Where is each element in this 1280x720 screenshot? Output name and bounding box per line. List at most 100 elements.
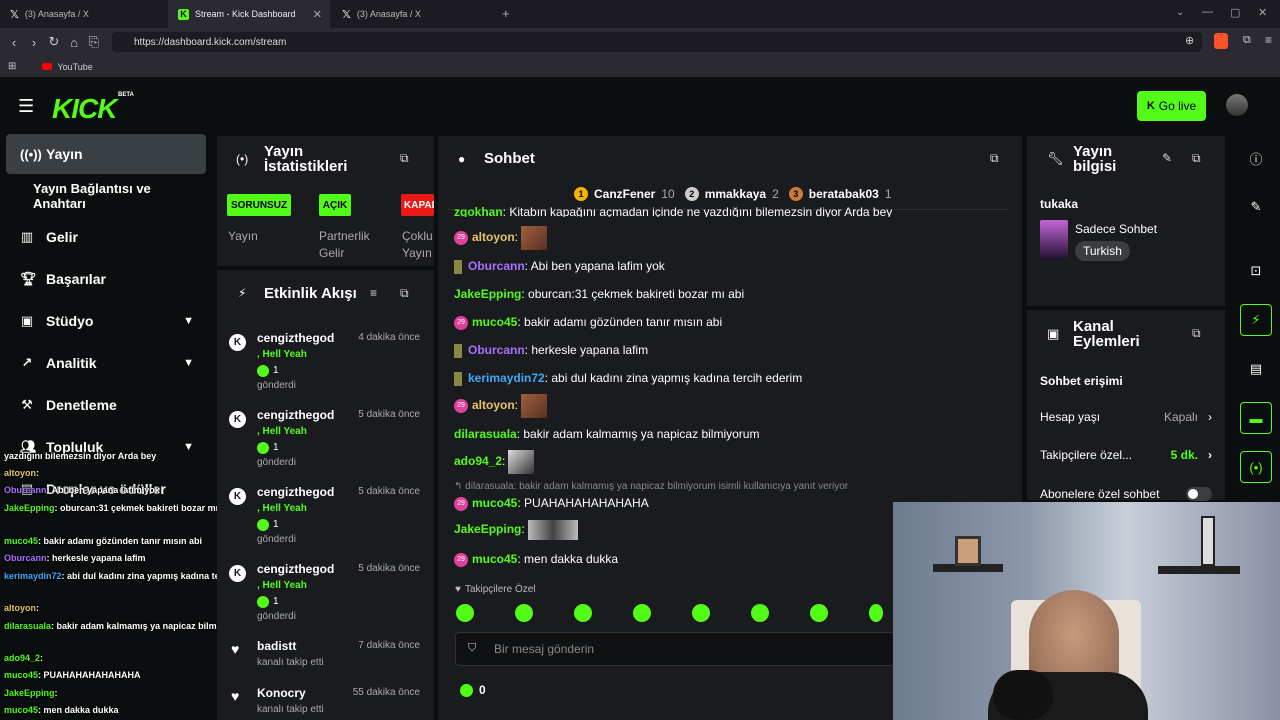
kick-k-icon: K [1146,100,1155,112]
chat-username[interactable]: JakeEpping [454,522,521,536]
home-icon[interactable]: ⌂ [64,35,84,50]
event-user[interactable]: cengizthegod [257,562,334,576]
followers-only-label: ♥ Takipçilere Özel [455,584,536,595]
emote-button[interactable] [810,604,828,622]
new-tab-icon[interactable]: + [502,6,510,21]
chat-username[interactable]: Oburcann [468,259,525,273]
event-user[interactable]: badistt [257,639,296,653]
broadcast-icon[interactable]: (•) [1240,451,1272,483]
emote-button[interactable] [574,604,592,622]
scan-icon[interactable]: ⊡ [1240,255,1272,287]
chat-username[interactable]: dilarasuala [454,427,517,441]
chat-icon[interactable]: ▬ [1240,402,1272,434]
chat-username[interactable]: muco45 [472,496,517,510]
event-message: , Hell Yeah [257,349,307,360]
microphone-graphic [993,670,1053,720]
popout-icon[interactable]: ⧉ [400,151,409,166]
event-user[interactable]: Konocry [257,686,306,700]
chat-username[interactable]: kerimaydin72 [468,371,545,385]
emote-button[interactable] [515,604,533,622]
minimize-icon[interactable]: — [1202,6,1213,18]
sidebar-item-denetleme[interactable]: ⚒ Denetleme [6,385,206,425]
overlay-user: Oburcann [4,553,47,563]
back-icon[interactable]: ‹ [4,35,24,50]
maximize-icon[interactable]: ▢ [1230,6,1240,19]
leader-name[interactable]: mmakkaya [705,187,766,201]
bookmark-youtube[interactable]: YouTube [42,62,93,72]
popout-icon[interactable]: ⧉ [1192,326,1201,341]
filter-icon[interactable]: ≡ [370,286,377,300]
reload-icon[interactable]: ↻ [44,34,64,50]
browser-tab-2[interactable]: K Stream - Kick Dashboard ✕ [168,0,330,28]
chat-username[interactable]: zgokhan [454,205,503,217]
chat-message-input[interactable]: ⛉ Bir mesaj gönderin [455,632,895,666]
event-message: , Hell Yeah [257,580,307,591]
close-window-icon[interactable]: ✕ [1258,6,1267,19]
user-avatar[interactable] [1226,94,1248,116]
kick-k-icon: K [229,565,246,582]
close-tab-icon[interactable]: ✕ [313,8,322,21]
zoom-icon[interactable]: ⊕ [1185,34,1194,47]
chat-username[interactable]: altoyon [472,398,515,412]
go-live-button[interactable]: K Go live [1137,91,1206,121]
extensions-icon[interactable]: ⧉ [1243,34,1251,47]
setting-followers-only[interactable]: Takipçilere özel... 5 dk. › [1040,442,1212,468]
sidebar-item-yayin[interactable]: ((•)) Yayın [6,134,206,174]
chat-username[interactable]: ado94_2 [454,454,502,468]
sidebar-item-studyo[interactable]: ▣ Stüdyo ▼ [6,301,206,341]
overlay-text: : bakir adamı gözünden tanır mısın abi [38,536,203,546]
event-item: K cengizthegod 4 dakika önce , Hell Yeah… [217,330,434,400]
sidebar-item-stream-key[interactable]: Yayın Bağlantısı ve Anahtarı [6,176,206,216]
sidebar-item-analitik[interactable]: ↗ Analitik ▼ [6,343,206,383]
emote-button[interactable] [751,604,769,622]
popout-icon[interactable]: ⧉ [990,151,999,166]
menu-icon[interactable]: ≡ [1265,33,1272,47]
sidebar-item-gelir[interactable]: ▥ Gelir [6,217,206,257]
sidebar-item-basarilar[interactable]: 🏆︎ Başarılar [6,259,206,299]
stat-label: Çoklu Yayın [402,229,433,260]
event-user[interactable]: cengizthegod [257,331,334,345]
event-user[interactable]: cengizthegod [257,408,334,422]
url-field[interactable]: https://dashboard.kick.com/stream [112,32,1202,52]
chat-username[interactable]: altoyon [472,230,515,244]
hamburger-menu-icon[interactable]: ☰ [18,96,34,117]
chat-username[interactable]: muco45 [472,315,517,329]
emote-button[interactable] [633,604,651,622]
apps-grid-icon[interactable]: ⊞ [8,61,16,72]
chat-message: ado94_2: [454,450,535,474]
chevron-down-icon[interactable]: ⌄ [1176,7,1184,18]
lightning-icon[interactable]: ⚡︎ [1240,304,1272,336]
setting-value: Kapalı [1163,410,1198,424]
browser-tab-1[interactable]: 𝕏 (3) Anasayfa / X [0,0,168,28]
browser-tab-3[interactable]: 𝕏 (3) Anasayfa / X [332,0,494,28]
chat-username[interactable]: Oburcann [468,343,525,357]
chat-username[interactable]: JakeEpping [454,287,521,301]
popout-icon[interactable]: ⧉ [1192,151,1201,166]
bookmark-icon[interactable]: ⎘ [84,34,104,50]
subscribers-only-toggle[interactable] [1186,487,1212,501]
setting-label: Takipçilere özel... [1040,448,1133,462]
popout-icon[interactable]: ⧉ [400,286,409,301]
overlay-line: JakeEpping: oburcan:31 çekmek bakireti b… [4,503,234,513]
event-user[interactable]: cengizthegod [257,485,334,499]
subscriber-badge: 29 [454,399,468,413]
brave-shield-icon[interactable] [1214,33,1228,49]
kicks-balance[interactable]: 0 [460,683,486,697]
chat-username[interactable]: muco45 [472,552,517,566]
leader-name[interactable]: beratabak03 [809,187,879,201]
kick-logo[interactable]: KICK [52,93,117,125]
info-icon[interactable]: ⓘ [1240,142,1272,174]
emote-button[interactable] [456,604,474,622]
document-icon[interactable]: ▤ [1240,353,1272,385]
chat-text: : oburcan:31 çekmek bakireti bozar mı ab… [521,287,745,301]
edit-icon[interactable]: ✎ [1162,151,1172,165]
emote-button[interactable] [692,604,710,622]
forward-icon[interactable]: › [24,35,44,50]
emote-button[interactable] [869,604,883,622]
stream-category[interactable]: Sadece Sohbet [1075,222,1157,236]
chat-text: : [514,398,519,413]
setting-account-age[interactable]: Hesap yaşı Kapalı › [1040,404,1212,430]
leader-name[interactable]: CanzFener [594,187,655,201]
category-thumbnail[interactable] [1040,220,1068,258]
pencil-icon[interactable]: ✎ [1240,191,1272,223]
